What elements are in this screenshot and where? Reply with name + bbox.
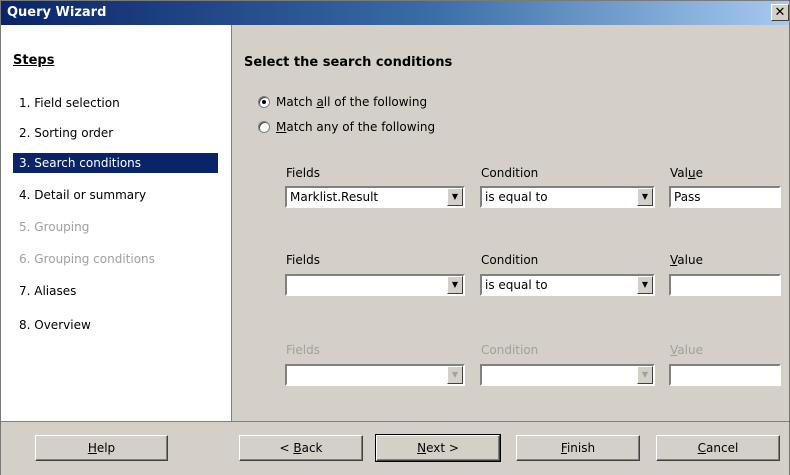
next-mnemonic: N — [417, 441, 427, 455]
step-detail-or-summary[interactable]: 4. Detail or summary — [13, 185, 218, 205]
back-label: ack — [301, 441, 323, 455]
back-button[interactable]: < Back — [239, 435, 363, 461]
steps-heading-text: Steps — [13, 53, 55, 68]
content-panel: Select the search conditions Match all o… — [232, 25, 789, 421]
row2-value-label: Value — [670, 252, 703, 268]
row1-value-label-pre: Val — [670, 166, 688, 180]
row3-value-input — [669, 364, 781, 386]
row1-condition-combo[interactable]: is equal to ▼ — [480, 186, 655, 208]
back-mnemonic: B — [293, 441, 302, 455]
row1-field-combo[interactable]: Marklist.Result ▼ — [285, 186, 465, 208]
step-search-conditions[interactable]: 3. Search conditions — [13, 153, 218, 173]
radio-match-all-indicator[interactable] — [258, 95, 270, 108]
next-button[interactable]: Next > — [375, 434, 501, 462]
row1-value-label: Value — [670, 165, 703, 181]
row3-value-label: Value — [670, 342, 703, 358]
step-grouping: 5. Grouping — [19, 220, 90, 234]
finish-button[interactable]: Finish — [516, 435, 640, 461]
help-mnemonic: H — [87, 441, 97, 455]
cancel-mnemonic: C — [697, 441, 707, 455]
step-grouping-conditions: 6. Grouping conditions — [19, 252, 155, 266]
row3-condition-combo: ▼ — [480, 364, 655, 386]
row2-value-input[interactable] — [669, 274, 781, 296]
steps-panel: Steps 1. Field selection 2. Sorting orde… — [1, 25, 232, 421]
row2-field-combo[interactable]: ▼ — [285, 274, 465, 296]
row1-field-value: Marklist.Result — [290, 190, 379, 204]
radio-match-any-indicator[interactable] — [258, 120, 270, 133]
chevron-down-icon[interactable]: ▼ — [447, 188, 463, 206]
radio-match-any-label-mnemonic: M — [276, 120, 287, 134]
row1-value-label-post: e — [695, 166, 703, 180]
chevron-down-icon: ▼ — [637, 366, 653, 384]
row1-value-text: Pass — [674, 190, 701, 204]
help-label: elp — [96, 441, 116, 455]
row1-value-label-mnemonic: u — [687, 166, 696, 180]
chevron-down-icon[interactable]: ▼ — [447, 276, 463, 294]
row3-field-combo: ▼ — [285, 364, 465, 386]
row2-condition-combo[interactable]: is equal to ▼ — [480, 274, 655, 296]
finish-label: inish — [566, 441, 596, 455]
step-sorting-order[interactable]: 2. Sorting order — [13, 123, 218, 143]
help-button[interactable]: Help — [35, 435, 168, 461]
window-title: Query Wizard — [7, 5, 107, 20]
row2-condition-value: is equal to — [485, 278, 548, 292]
chevron-down-icon: ▼ — [447, 366, 463, 384]
radio-match-any[interactable]: Match any of the following — [258, 118, 435, 136]
radio-match-all-label-post: ll of the following — [323, 95, 428, 109]
steps-heading: Steps — [13, 53, 54, 68]
radio-match-all-label-mnemonic: a — [316, 95, 324, 109]
row2-value-label-post: alue — [677, 253, 703, 267]
radio-match-all[interactable]: Match all of the following — [258, 93, 427, 111]
step-overview[interactable]: 8. Overview — [13, 315, 218, 335]
button-bar: Help < Back Next > Finish Cancel — [1, 421, 789, 475]
next-label: ext > — [426, 441, 459, 455]
title-bar[interactable]: Query Wizard ✕ — [1, 1, 789, 25]
chevron-down-icon[interactable]: ▼ — [637, 188, 653, 206]
row3-condition-label: Condition — [481, 343, 539, 357]
close-button[interactable]: ✕ — [771, 4, 789, 21]
radio-match-any-label-post: atch any of the following — [286, 120, 436, 134]
row2-fields-label: Fields — [286, 253, 320, 267]
row3-fields-label: Fields — [286, 343, 320, 357]
row3-value-label-post: alue — [677, 343, 703, 357]
row1-value-input[interactable]: Pass — [669, 186, 781, 208]
row2-condition-label: Condition — [481, 253, 539, 267]
cancel-button[interactable]: Cancel — [656, 435, 780, 461]
step-aliases[interactable]: 7. Aliases — [13, 281, 218, 301]
chevron-down-icon[interactable]: ▼ — [637, 276, 653, 294]
step-field-selection[interactable]: 1. Field selection — [13, 93, 218, 113]
query-wizard-window: Query Wizard ✕ Steps 1. Field selection … — [0, 0, 790, 475]
row1-fields-label: Fields — [286, 166, 320, 180]
cancel-label: ancel — [706, 441, 739, 455]
back-label-pre: < — [279, 441, 294, 455]
section-heading: Select the search conditions — [244, 55, 453, 70]
row1-condition-value: is equal to — [485, 190, 548, 204]
radio-match-all-label-pre: Match — [276, 95, 317, 109]
row1-condition-label: Condition — [481, 166, 539, 180]
